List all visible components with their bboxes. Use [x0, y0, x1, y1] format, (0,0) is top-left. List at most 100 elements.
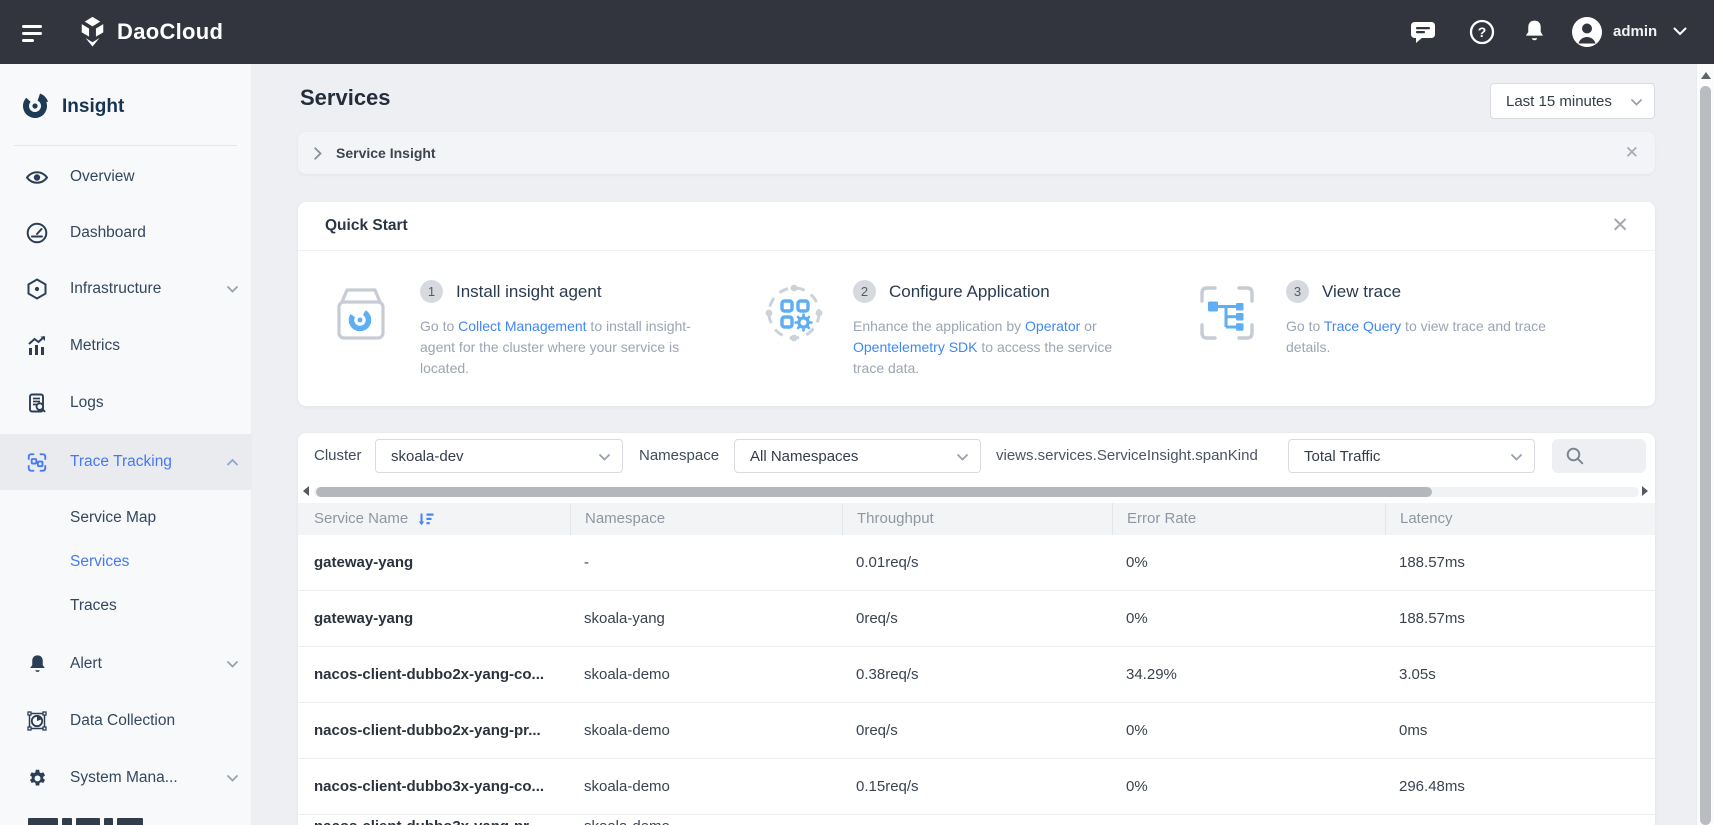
sidebar: Insight Overview Dashboard Infrastructur… [0, 64, 252, 825]
step-title: Configure Application [889, 282, 1050, 302]
table-row[interactable]: gateway-yang - 0.01req/s 0% 188.57ms [298, 535, 1655, 591]
sidebar-item-overview[interactable]: Overview [0, 157, 252, 197]
spankind-select[interactable]: Total Traffic [1288, 439, 1535, 473]
search-icon [1566, 447, 1584, 465]
hscroll-thumb[interactable] [316, 487, 1432, 497]
step-description: Go to Trace Query to view trace and trac… [1286, 316, 1558, 358]
notification-bell-icon[interactable] [1522, 18, 1547, 45]
hscroll-right-arrow[interactable] [1642, 486, 1648, 496]
configure-application-icon [761, 280, 827, 346]
install-agent-box-icon [328, 280, 394, 346]
chevron-down-icon [1511, 454, 1522, 461]
cluster-filter-label: Cluster [314, 447, 362, 464]
column-header-throughput[interactable]: Throughput [842, 503, 1112, 535]
message-icon[interactable] [1410, 20, 1436, 44]
daocloud-logo-icon [77, 16, 108, 47]
page-scrollbar[interactable] [1696, 64, 1714, 825]
column-header-service-name[interactable]: Service Name [298, 503, 570, 535]
sidebar-item-metrics[interactable]: Metrics [0, 326, 252, 366]
quick-start-step-2: 2 Configure Application Enhance the appl… [761, 280, 1194, 406]
sort-icon[interactable] [418, 512, 434, 527]
banner-close-icon[interactable]: ✕ [1625, 144, 1639, 161]
product-name: Insight [62, 96, 124, 118]
sidebar-item-logs[interactable]: Logs [0, 383, 252, 423]
chevron-down-icon [227, 661, 238, 668]
step-number: 1 [420, 280, 443, 303]
view-trace-icon [1194, 280, 1260, 346]
step-description: Go to Collect Management to install insi… [420, 316, 725, 379]
sidebar-item-system-management[interactable]: System Mana... [0, 758, 252, 798]
hscroll-left-arrow[interactable] [303, 486, 309, 496]
sidebar-item-alert[interactable]: Alert [0, 644, 252, 684]
step-title: Install insight agent [456, 282, 602, 302]
chevron-down-icon [227, 286, 238, 293]
insight-product-icon [20, 91, 50, 121]
quick-start-close-icon[interactable]: ✕ [1611, 215, 1629, 236]
top-bar: DaoCloud ? admin [0, 0, 1714, 64]
step-number: 3 [1286, 280, 1309, 303]
quick-start-title: Quick Start [325, 217, 408, 235]
gear-icon [26, 767, 48, 789]
sidebar-item-data-collection[interactable]: Data Collection [0, 701, 252, 741]
time-range-select[interactable]: Last 15 minutes [1490, 83, 1655, 119]
hexagon-icon [26, 278, 48, 300]
table-row[interactable]: gateway-yang skoala-yang 0req/s 0% 188.5… [298, 591, 1655, 647]
table-header-row: Service Name Namespace Throughput Error … [298, 503, 1655, 535]
sidebar-subitem-traces[interactable]: Traces [70, 597, 117, 615]
chevron-down-icon [1631, 99, 1642, 106]
chevron-down-icon [227, 775, 238, 782]
banner-label: Service Insight [336, 145, 436, 161]
eye-icon [26, 166, 48, 188]
hamburger-menu-icon[interactable] [22, 25, 42, 47]
quick-start-step-1: 1 Install insight agent Go to Collect Ma… [328, 280, 761, 406]
logs-document-icon [26, 392, 48, 414]
quick-start-step-3: 3 View trace Go to Trace Query to view t… [1194, 280, 1627, 406]
table-row[interactable]: nacos-client-dubbo2x-yang-pr... skoala-d… [298, 703, 1655, 759]
brand-name: DaoCloud [117, 19, 223, 45]
scrollbar-thumb[interactable] [1700, 86, 1711, 825]
chevron-up-icon [227, 459, 238, 466]
table-row[interactable]: nacos-client-dubbo2x-yang-co... skoala-d… [298, 647, 1655, 703]
sidebar-item-dashboard[interactable]: Dashboard [0, 213, 252, 253]
step-title: View trace [1322, 282, 1401, 302]
chevron-down-icon [957, 454, 968, 461]
username-label[interactable]: admin [1613, 23, 1657, 40]
step-number: 2 [853, 280, 876, 303]
search-input[interactable] [1552, 439, 1646, 473]
table-row[interactable]: nacos-client-dubbo3x-yang-co... skoala-d… [298, 759, 1655, 815]
service-insight-banner[interactable]: Service Insight ✕ [298, 132, 1655, 174]
cluster-select[interactable]: skoala-dev [375, 439, 623, 473]
column-header-namespace[interactable]: Namespace [570, 503, 842, 535]
opentelemetry-sdk-link[interactable]: Opentelemetry SDK [853, 339, 978, 355]
table-row-partial[interactable]: nacos-client-dubbo3x-yang-pr... skoala-d… [298, 815, 1655, 825]
scroll-up-arrow[interactable] [1701, 72, 1711, 79]
sidebar-subitem-service-map[interactable]: Service Map [70, 509, 156, 527]
quick-start-card: Quick Start ✕ 1 Install insight agent Go… [298, 202, 1655, 406]
app-screen: DaoCloud ? admin [0, 0, 1714, 825]
column-header-error-rate[interactable]: Error Rate [1112, 503, 1385, 535]
gauge-icon [26, 222, 48, 244]
sidebar-subitem-services[interactable]: Services [70, 553, 129, 571]
namespace-select[interactable]: All Namespaces [734, 439, 981, 473]
spankind-filter-label: views.services.ServiceInsight.spanKind [996, 447, 1258, 464]
sidebar-item-infrastructure[interactable]: Infrastructure [0, 269, 252, 309]
data-collection-icon [26, 710, 48, 732]
step-description: Enhance the application by Operator or O… [853, 316, 1145, 379]
namespace-filter-label: Namespace [639, 447, 719, 464]
operator-link[interactable]: Operator [1025, 318, 1080, 334]
user-menu-chevron-down-icon[interactable] [1673, 27, 1687, 36]
alert-bell-icon [26, 653, 48, 675]
page-title: Services [300, 85, 391, 111]
collect-management-link[interactable]: Collect Management [458, 318, 586, 334]
sidebar-divider [14, 145, 237, 146]
sidebar-item-trace-tracking[interactable]: Trace Tracking [0, 434, 252, 490]
services-table-card: Cluster skoala-dev Namespace All Namespa… [298, 433, 1655, 825]
chevron-down-icon [599, 454, 610, 461]
trace-tracking-icon [26, 451, 48, 473]
help-icon[interactable]: ? [1469, 19, 1495, 45]
trace-query-link[interactable]: Trace Query [1324, 318, 1401, 334]
user-avatar[interactable] [1571, 16, 1603, 48]
chevron-right-icon[interactable] [314, 147, 322, 160]
svg-text:?: ? [1478, 24, 1487, 40]
column-header-latency[interactable]: Latency [1385, 503, 1655, 535]
